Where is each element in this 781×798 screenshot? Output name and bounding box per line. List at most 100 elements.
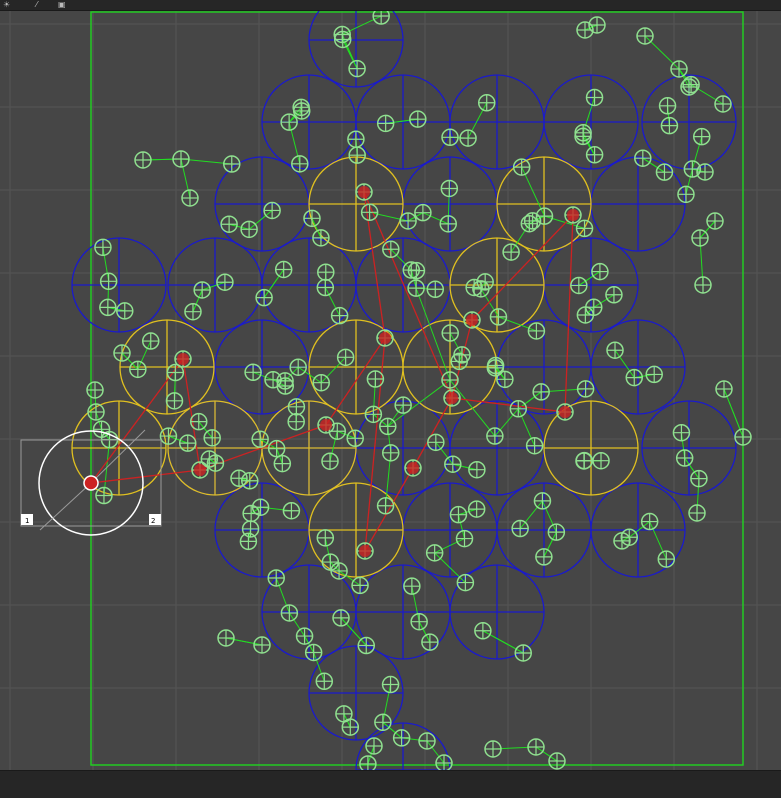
graph-node: [365, 406, 381, 422]
graph-node: [88, 404, 104, 420]
graph-node: [715, 96, 731, 112]
graph-node: [322, 554, 338, 570]
bottom-status-bar: [0, 770, 781, 798]
graph-node: [536, 549, 552, 565]
red-path-segment: [472, 215, 573, 320]
graph-node: [404, 578, 420, 594]
graph-edge: [615, 350, 634, 377]
graph-node: [135, 152, 151, 168]
graph-edge: [229, 224, 249, 229]
graph-edge: [481, 289, 499, 317]
graph-node: [436, 755, 452, 770]
graph-node: [268, 570, 284, 586]
graph-node: [697, 164, 713, 180]
graph-node: [689, 505, 705, 521]
graph-node: [694, 129, 710, 145]
blue-cell: [356, 238, 450, 332]
graph-node: [457, 531, 473, 547]
graph-node: [488, 358, 504, 374]
graph-node: [274, 456, 290, 472]
graph-node: [349, 147, 365, 163]
node-fill: [194, 464, 206, 476]
graph-node: [316, 673, 332, 689]
blue-cell: [591, 157, 685, 251]
graph-node: [571, 277, 587, 293]
sun-icon[interactable]: ☀: [3, 0, 10, 9]
graph-node: [451, 353, 467, 369]
blue-cell: [168, 238, 262, 332]
blue-cell: [450, 75, 544, 169]
node-fill: [358, 186, 370, 198]
graph-node: [487, 428, 503, 444]
graph-node: [678, 186, 694, 202]
graph-node: [333, 610, 349, 626]
graph-edge: [518, 409, 534, 446]
graph-node: [536, 208, 552, 224]
graph-node: [173, 151, 189, 167]
graph-edge: [450, 333, 462, 355]
graph-node: [503, 244, 519, 260]
graph-node: [442, 325, 458, 341]
gizmo-center[interactable]: [84, 476, 98, 490]
graph-node: [185, 304, 201, 320]
blue-cell: [215, 483, 309, 577]
graph-node: [411, 614, 427, 630]
graph-edge: [692, 137, 701, 169]
graph-node: [442, 129, 458, 145]
graph-node: [204, 430, 220, 446]
blue-cell: [544, 238, 638, 332]
graph-edge: [325, 538, 330, 562]
node-fill: [177, 353, 189, 365]
red-path-node: [356, 184, 372, 200]
red-path-node: [464, 312, 480, 328]
scene-canvas[interactable]: 1 2: [0, 11, 781, 770]
graph-node: [527, 438, 543, 454]
red-path-node: [557, 404, 573, 420]
gizmo-right-label: 2: [151, 517, 155, 525]
graph-node: [587, 89, 603, 105]
blue-cell: [642, 401, 736, 495]
red-path-node: [405, 460, 421, 476]
red-path-segment: [365, 338, 385, 551]
graph-node: [336, 706, 352, 722]
graph-node: [394, 730, 410, 746]
square-icon[interactable]: ▣: [58, 0, 66, 9]
node-fill: [320, 419, 332, 431]
brush-icon[interactable]: ⁄: [36, 0, 37, 9]
graph-node: [288, 399, 304, 415]
red-path-node: [318, 417, 334, 433]
gizmo-handle-line: [40, 483, 91, 530]
graph-edge: [427, 741, 444, 763]
blue-cell: [450, 565, 544, 659]
graph-node: [94, 421, 110, 437]
graph-edge: [368, 746, 374, 764]
graph-node: [515, 645, 531, 661]
graph-node: [587, 147, 603, 163]
graph-edge: [168, 436, 187, 443]
graph-node: [114, 345, 130, 361]
graph-edge: [391, 249, 411, 270]
graph-node: [427, 545, 443, 561]
graph-node: [362, 204, 378, 220]
graph-node: [378, 498, 394, 514]
graph-node: [290, 359, 306, 375]
node-fill: [446, 392, 458, 404]
graph-node: [360, 756, 376, 770]
graph-edge: [103, 247, 109, 281]
scene-viewport[interactable]: 1 2: [0, 11, 781, 770]
graph-node: [400, 213, 416, 229]
node-fill: [407, 462, 419, 474]
graph-edge: [386, 119, 418, 123]
graph-node: [656, 164, 672, 180]
graph-node: [440, 216, 456, 232]
graph-node: [338, 349, 354, 365]
graph-node: [304, 210, 320, 226]
graph-edge: [264, 269, 284, 297]
graph-node: [469, 501, 485, 517]
graph-node: [589, 17, 605, 33]
graph-edges: [95, 16, 743, 764]
graph-edge: [483, 631, 523, 653]
graph-node: [306, 644, 322, 660]
graph-node: [445, 456, 461, 472]
graph-node: [221, 216, 237, 232]
